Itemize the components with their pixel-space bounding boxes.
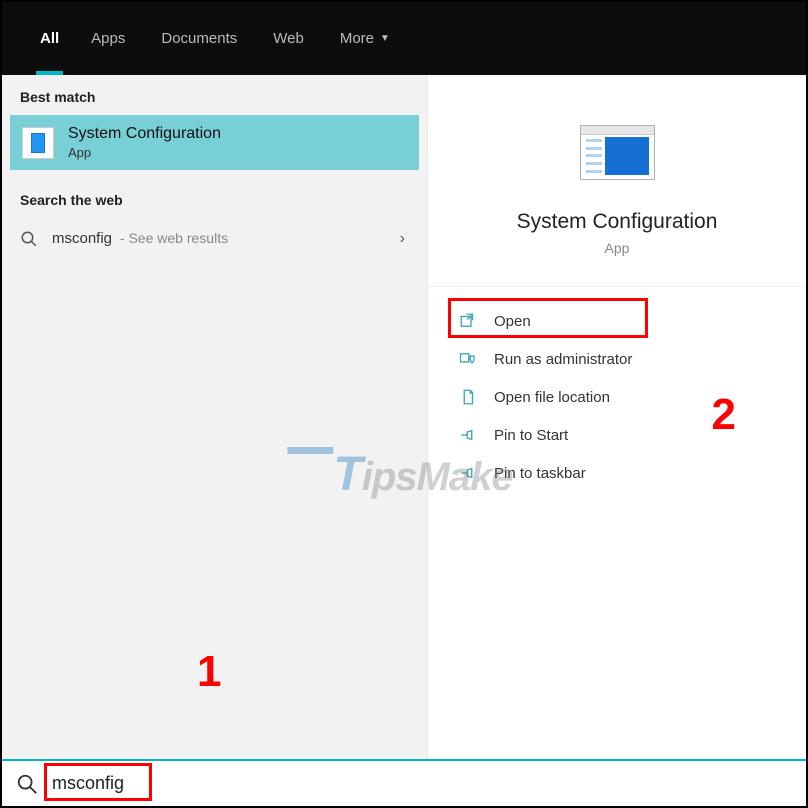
web-result-suffix: - See web results (116, 230, 228, 246)
best-match-heading: Best match (2, 75, 427, 115)
search-icon (16, 773, 38, 795)
pin-taskbar-icon (458, 463, 478, 483)
search-web-heading: Search the web (2, 178, 427, 218)
best-match-result[interactable]: System Configuration App (10, 115, 419, 170)
best-match-subtitle: App (68, 145, 221, 160)
search-icon (20, 230, 38, 248)
action-run-admin[interactable]: Run as administrator (428, 340, 806, 378)
search-input[interactable] (50, 769, 792, 798)
search-filter-tabs: All Apps Documents Web More ▼ (2, 2, 806, 75)
action-run-admin-label: Run as administrator (494, 351, 632, 368)
search-bar (2, 759, 806, 806)
file-location-icon (458, 387, 478, 407)
tab-all[interactable]: All (26, 2, 73, 75)
web-result-term: msconfig (52, 230, 112, 247)
tab-apps[interactable]: Apps (73, 2, 143, 75)
action-open-location[interactable]: Open file location (428, 378, 806, 416)
preview-actions: Open Run as administrator (428, 287, 806, 492)
action-open-label: Open (494, 313, 531, 330)
action-pin-taskbar[interactable]: Pin to taskbar (428, 454, 806, 492)
tab-documents[interactable]: Documents (143, 2, 255, 75)
tab-more-label: More (340, 30, 374, 47)
chevron-down-icon: ▼ (380, 33, 390, 44)
action-pin-start-label: Pin to Start (494, 427, 568, 444)
action-open-location-label: Open file location (494, 389, 610, 406)
preview-subtitle: App (605, 240, 630, 256)
tab-web[interactable]: Web (255, 2, 322, 75)
tab-more[interactable]: More ▼ (322, 2, 408, 75)
pin-start-icon (458, 425, 478, 445)
system-configuration-preview-icon (580, 125, 655, 180)
preview-title: System Configuration (517, 210, 718, 234)
action-open[interactable]: Open (428, 302, 806, 340)
web-result-row[interactable]: msconfig - See web results › (2, 218, 427, 260)
preview-panel: System Configuration App Open (427, 75, 806, 759)
chevron-right-icon: › (400, 230, 405, 248)
admin-shield-icon (458, 349, 478, 369)
system-configuration-icon (22, 127, 54, 159)
open-icon (458, 311, 478, 331)
results-panel: Best match System Configuration App Sear… (2, 75, 427, 759)
action-pin-taskbar-label: Pin to taskbar (494, 465, 586, 482)
action-pin-start[interactable]: Pin to Start (428, 416, 806, 454)
best-match-title: System Configuration (68, 125, 221, 143)
